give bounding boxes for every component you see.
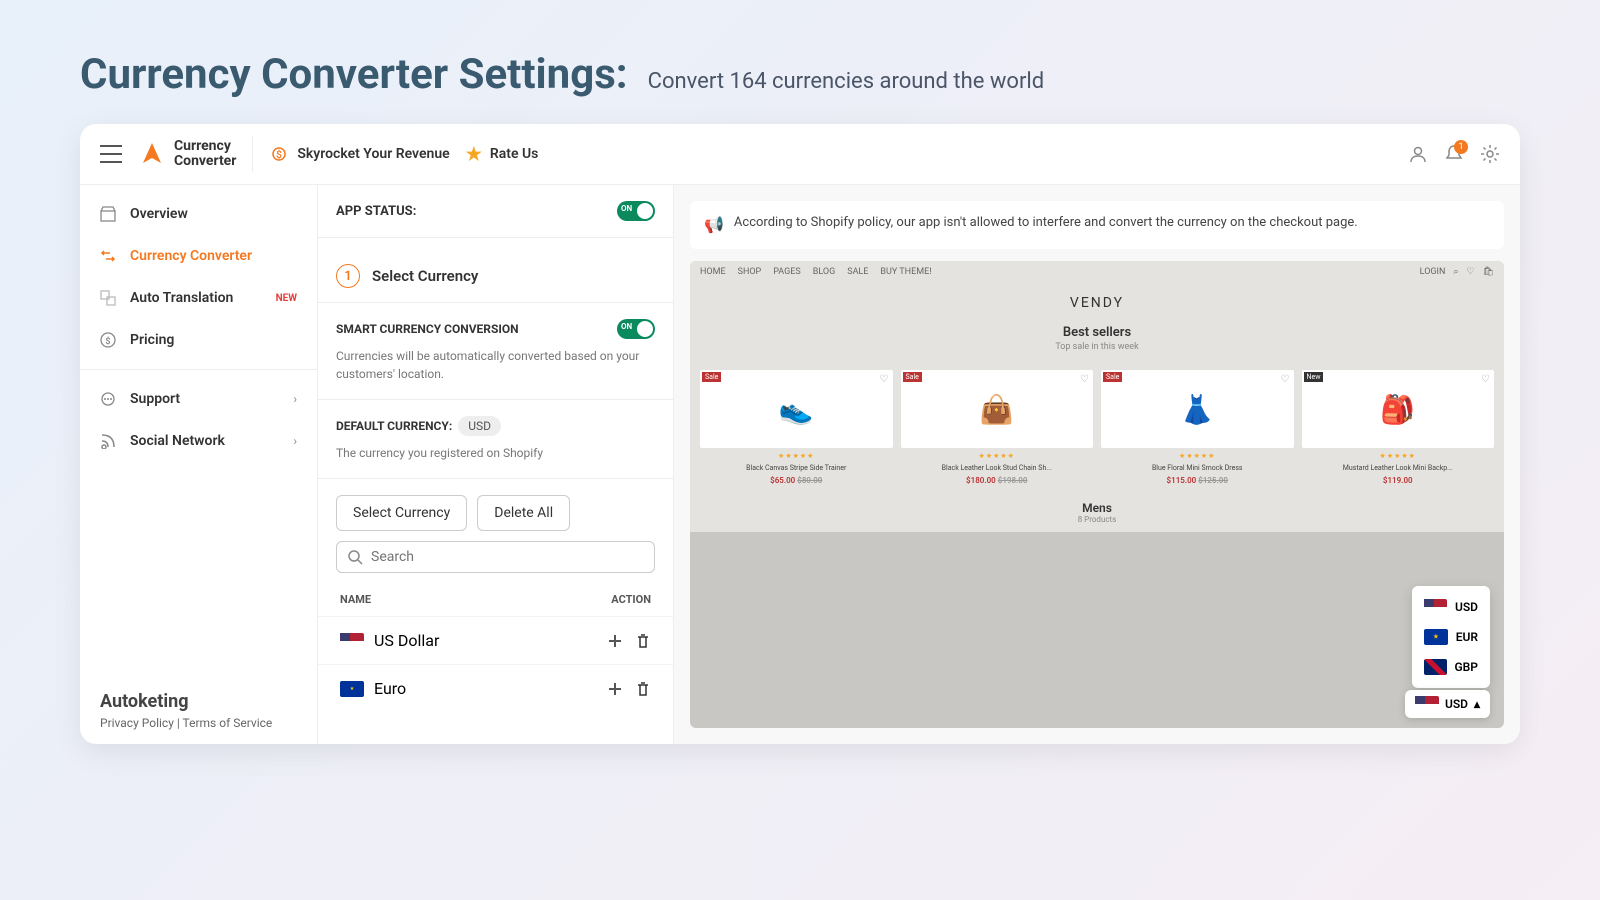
currency-switcher-button[interactable]: USD ▴ (1405, 690, 1490, 718)
sidebar: Overview Currency Converter Auto Transla… (80, 185, 318, 744)
search-icon: ⌕ (1453, 267, 1458, 277)
bag-icon: 🛍 (1483, 267, 1494, 277)
sidebar-item-pricing[interactable]: $ Pricing (80, 319, 317, 361)
dollar-icon: $ (100, 332, 116, 348)
currency-name: US Dollar (374, 631, 439, 650)
topbar: Currency Converter $ Skyrocket Your Reve… (80, 124, 1520, 185)
rocket-icon: $ (269, 144, 289, 164)
brand-line2: Converter (174, 154, 236, 169)
megaphone-icon: 📢 (704, 213, 724, 237)
svg-text:$: $ (105, 336, 110, 347)
currency-option-gbp[interactable]: GBP (1412, 652, 1490, 682)
preview-panel: 📢 According to Shopify policy, our app i… (674, 185, 1520, 744)
user-icon[interactable] (1408, 144, 1428, 164)
currency-dropdown: USD EUR GBP (1412, 586, 1490, 688)
smart-conversion-desc: Currencies will be automatically convert… (336, 347, 655, 383)
product-card: Sale♡👜 ★★★★★ Black Leather Look Stud Cha… (901, 370, 1094, 485)
brand-line1: Currency (174, 139, 236, 154)
flag-icon (340, 633, 364, 649)
sidebar-item-currency-converter[interactable]: Currency Converter (80, 235, 317, 277)
skyrocket-link[interactable]: $ Skyrocket Your Revenue (269, 144, 449, 164)
product-card: New♡🎒 ★★★★★ Mustard Leather Look Mini Ba… (1302, 370, 1495, 485)
menu-icon[interactable] (100, 145, 122, 163)
sidebar-item-support[interactable]: Support › (80, 378, 317, 420)
product-card: Sale♡👟 ★★★★★ Black Canvas Stripe Side Tr… (700, 370, 893, 485)
gear-icon[interactable] (1480, 144, 1500, 164)
select-currency-button[interactable]: Select Currency (336, 495, 467, 531)
add-icon[interactable] (607, 633, 623, 649)
currency-icon (100, 248, 116, 264)
footer-brand: Autoketing (100, 691, 297, 712)
page-subtitle: Convert 164 currencies around the world (648, 69, 1045, 94)
search-icon (347, 549, 363, 565)
currency-option-usd[interactable]: USD (1412, 592, 1490, 622)
delete-icon[interactable] (635, 681, 651, 697)
column-name: NAME (340, 593, 371, 606)
default-currency-desc: The currency you registered on Shopify (336, 444, 655, 462)
currency-name: Euro (374, 679, 406, 698)
chevron-up-icon: ▴ (1474, 697, 1480, 711)
search-input[interactable] (371, 549, 644, 565)
chevron-right-icon: › (293, 392, 297, 406)
default-currency-value: USD (458, 416, 501, 436)
policy-notice: 📢 According to Shopify policy, our app i… (690, 201, 1504, 249)
product-card: Sale♡👗 ★★★★★ Blue Floral Mini Smock Dres… (1101, 370, 1294, 485)
app-window: Currency Converter $ Skyrocket Your Reve… (80, 124, 1520, 744)
star-icon: ★ (466, 144, 482, 165)
rate-us-link[interactable]: ★ Rate Us (466, 144, 539, 165)
new-badge: NEW (276, 293, 297, 304)
chevron-right-icon: › (293, 434, 297, 448)
store-brand: VENDY (690, 295, 1504, 311)
page-title: Currency Converter Settings: (80, 50, 628, 99)
app-status-toggle[interactable]: ON (617, 201, 655, 221)
table-row: US Dollar (318, 616, 673, 664)
search-box[interactable] (336, 541, 655, 573)
notification-badge: 1 (1454, 140, 1468, 154)
step-number: 1 (336, 264, 360, 288)
sidebar-item-overview[interactable]: Overview (80, 193, 317, 235)
sidebar-item-auto-translation[interactable]: Auto Translation NEW (80, 277, 317, 319)
currency-option-eur[interactable]: EUR (1412, 622, 1490, 652)
store-icon (100, 206, 116, 222)
bell-icon[interactable]: 1 (1444, 144, 1464, 164)
store-section-title: Best sellers (690, 317, 1504, 342)
logo-icon (138, 140, 166, 168)
svg-text:$: $ (277, 148, 283, 161)
heart-icon: ♡ (1466, 267, 1474, 277)
smart-conversion-toggle[interactable]: ON (617, 319, 655, 339)
column-action: ACTION (611, 593, 651, 606)
logo: Currency Converter (138, 139, 236, 170)
delete-icon[interactable] (635, 633, 651, 649)
rss-icon (100, 433, 116, 449)
flag-icon (340, 681, 364, 697)
table-row: Euro (318, 664, 673, 712)
sidebar-item-social-network[interactable]: Social Network › (80, 420, 317, 462)
store-section-sub: Top sale in this week (690, 342, 1504, 362)
default-currency-label: DEFAULT CURRENCY: (336, 419, 452, 433)
chat-icon (100, 391, 116, 407)
settings-panel: APP STATUS: ON 1 Select Currency SMART C… (318, 185, 674, 744)
flag-icon (1415, 696, 1439, 712)
step-title: Select Currency (372, 267, 478, 285)
app-status-label: APP STATUS: (336, 204, 416, 219)
add-icon[interactable] (607, 681, 623, 697)
footer-legal[interactable]: Privacy Policy | Terms of Service (100, 716, 297, 730)
translate-icon (100, 290, 116, 306)
store-preview: HOME SHOP PAGES BLOG SALE BUY THEME! LOG… (690, 261, 1504, 728)
smart-conversion-title: SMART CURRENCY CONVERSION (336, 322, 519, 336)
delete-all-button[interactable]: Delete All (477, 495, 570, 531)
